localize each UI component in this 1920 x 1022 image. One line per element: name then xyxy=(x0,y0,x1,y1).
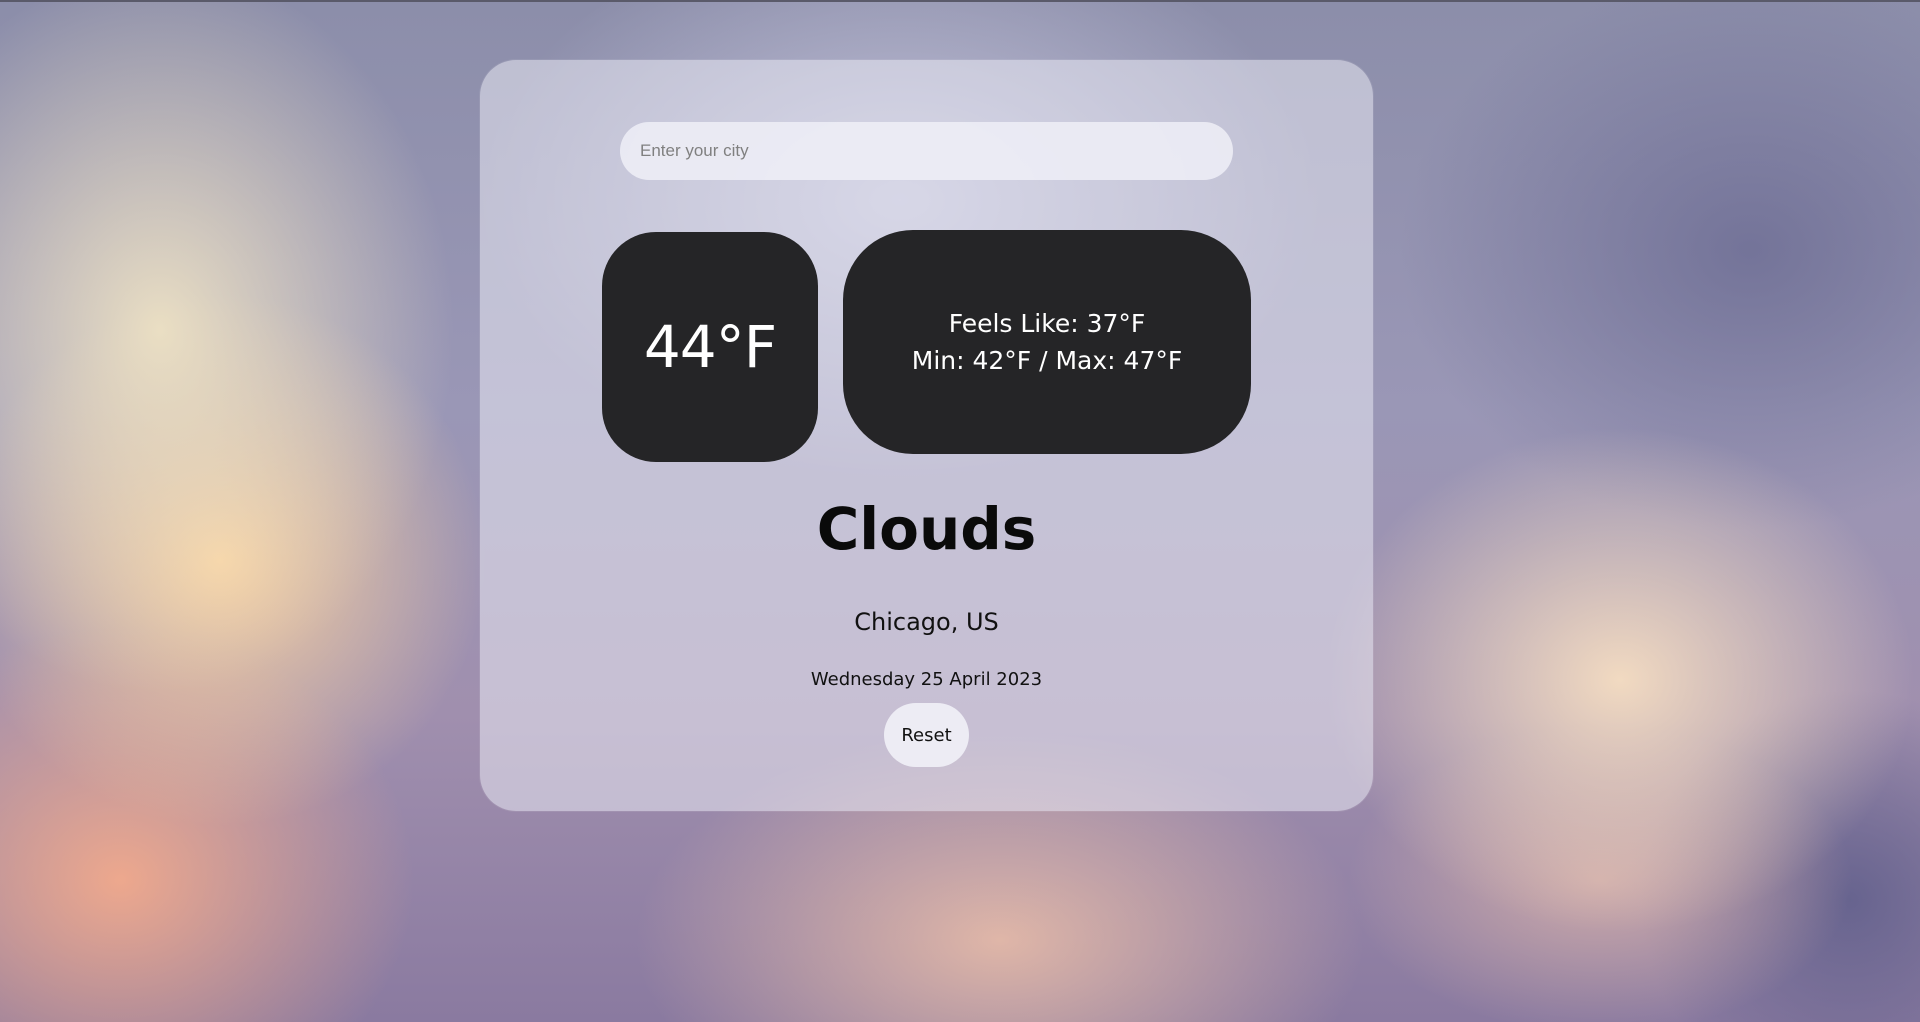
reset-button[interactable]: Reset xyxy=(884,703,969,767)
weather-card: 44°F Feels Like: 37°F Min: 42°F / Max: 4… xyxy=(480,60,1373,811)
current-temperature: 44°F xyxy=(643,313,777,381)
min-max-text: Min: 42°F / Max: 47°F xyxy=(911,346,1183,375)
temperature-details-panel: Feels Like: 37°F Min: 42°F / Max: 47°F xyxy=(843,230,1251,454)
date-text: Wednesday 25 April 2023 xyxy=(810,669,1043,690)
temperature-panel: 44°F xyxy=(602,232,818,462)
feels-like-text: Feels Like: 37°F xyxy=(948,309,1146,338)
weather-condition: Clouds xyxy=(816,495,1037,563)
search-bar[interactable] xyxy=(620,122,1233,180)
window-top-border xyxy=(0,0,1920,2)
location-text: Chicago, US xyxy=(854,608,999,636)
city-search-input[interactable] xyxy=(638,140,1215,162)
